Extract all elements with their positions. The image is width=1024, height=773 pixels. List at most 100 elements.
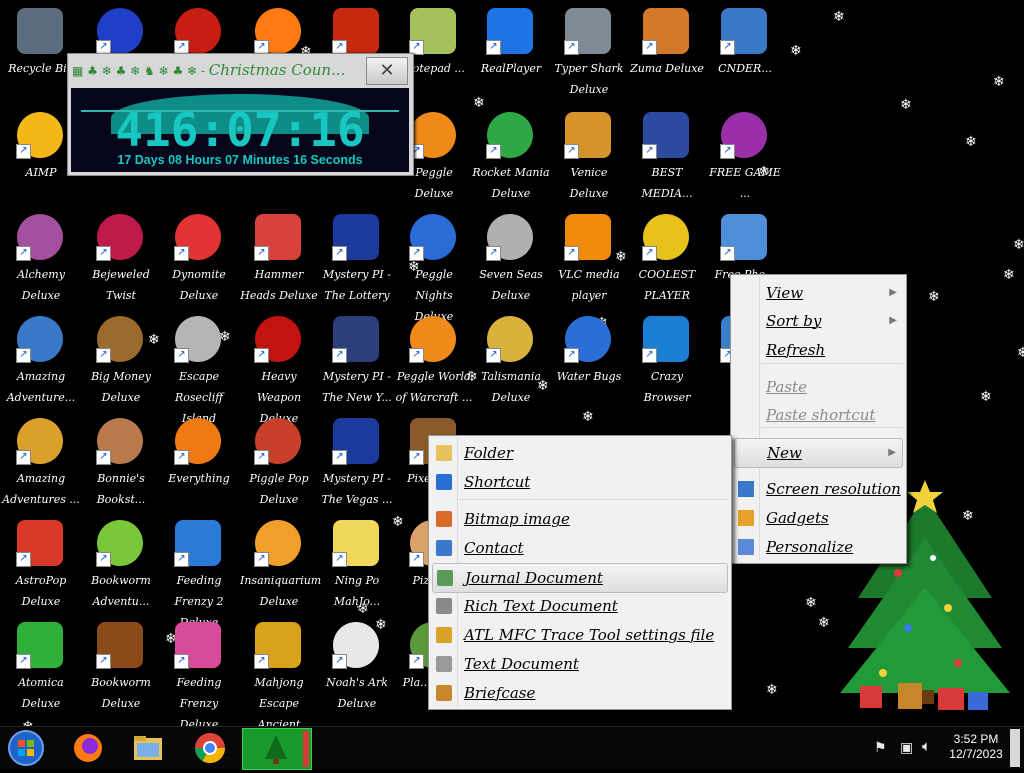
desktop-icon[interactable]: ↗ Bonnie's Bookst... bbox=[82, 412, 160, 512]
shortcut-arrow-icon: ↗ bbox=[254, 552, 269, 567]
new-menu-item-bitmap-image[interactable]: Bitmap image bbox=[432, 505, 728, 533]
desktop-icon[interactable]: ↗ CNDER... bbox=[706, 2, 784, 102]
desktop-icon[interactable]: ↗Escape Rosecliff Island bbox=[160, 310, 238, 425]
desktop-icon-label: Atomica Deluxe bbox=[18, 676, 64, 710]
shortcut-arrow-icon: ↗ bbox=[174, 246, 189, 261]
desktop-icon[interactable]: ↗ Water Bugs bbox=[550, 310, 628, 410]
desktop-icon-label: Bonnie's Bookst... bbox=[96, 472, 146, 506]
context-menu-item-refresh[interactable]: Refresh bbox=[734, 336, 903, 364]
menu-item-label: Briefcase bbox=[464, 684, 536, 702]
new-menu-item-contact[interactable]: Contact bbox=[432, 534, 728, 562]
desktop-icon[interactable]: ↗ Peggle World of Warcraft ... bbox=[395, 310, 473, 410]
desktop-icon[interactable]: ↗ AstroPop Deluxe bbox=[2, 514, 80, 614]
desktop-icon[interactable]: ↗ Amazing Adventure... bbox=[2, 310, 80, 410]
christmas-gadget-taskbar-button[interactable] bbox=[242, 728, 312, 770]
desktop-icon-label: Typer Shark Deluxe bbox=[554, 62, 624, 96]
desktop-icon[interactable]: ↗ Zuma Deluxe bbox=[628, 2, 706, 102]
desktop-icon-label: FREE GAME ... bbox=[709, 166, 781, 200]
desktop-icon[interactable]: ↗ Atomica Deluxe bbox=[2, 616, 80, 716]
new-menu-item-rich-text-document[interactable]: Rich Text Document bbox=[432, 592, 728, 620]
shortcut-arrow-icon: ↗ bbox=[332, 654, 347, 669]
christmas-countdown-gadget[interactable]: ▦ ♣ ❄ ♣ ❄ ♞ ❄ ♣ ❄ - Christmas Coun... ✕ … bbox=[67, 53, 414, 176]
desktop-icon[interactable]: ↗Mystery PI - The Lottery ... bbox=[318, 208, 396, 323]
context-menu-item-new[interactable]: New ▶ bbox=[734, 438, 903, 468]
desktop-icon-label: Dynomite Deluxe bbox=[172, 268, 226, 302]
desktop-icon[interactable]: ↗ Venice Deluxe bbox=[550, 106, 628, 206]
new-menu-item-briefcase[interactable]: Briefcase bbox=[432, 679, 728, 707]
context-menu-item-screen-resolution[interactable]: Screen resolution bbox=[734, 475, 903, 503]
desktop-icon[interactable]: ↗ Mystery PI - The New Y... bbox=[318, 310, 396, 410]
desktop-icon[interactable]: ↗ Noah's Ark Deluxe bbox=[318, 616, 396, 716]
desktop-icon[interactable]: ↗ Seven Seas Deluxe bbox=[472, 208, 550, 308]
desktop-icon[interactable]: ↗ Crazy Browser bbox=[628, 310, 706, 410]
snowflake-icon: ❄ bbox=[1013, 237, 1024, 253]
desktop-icon[interactable]: ↗ Amazing Adventures ... bbox=[2, 412, 80, 512]
shortcut-arrow-icon: ↗ bbox=[409, 348, 424, 363]
gadget-close-button[interactable]: ✕ bbox=[366, 57, 408, 85]
network-icon[interactable]: ▣ bbox=[900, 739, 913, 756]
shortcut-arrow-icon: ↗ bbox=[16, 552, 31, 567]
context-menu-item-personalize[interactable]: Personalize bbox=[734, 533, 903, 561]
menu-item-label: Shortcut bbox=[464, 473, 531, 491]
desktop[interactable]: ❄❄❄❄❄❄❄❄❄❄❄❄❄❄❄❄❄❄❄❄❄❄❄❄❄❄❄❄❄❄❄❄❄❄ Recyc… bbox=[0, 0, 1024, 726]
gadget-title: ▦ ♣ ❄ ♣ ❄ ♞ ❄ ♣ ❄ - Christmas Coun... bbox=[72, 57, 362, 83]
new-menu-item-shortcut[interactable]: Shortcut bbox=[432, 468, 728, 496]
desktop-icon[interactable]: ↗ Mystery PI - The Vegas ... bbox=[318, 412, 396, 512]
new-menu-item-text-document[interactable]: Text Document bbox=[432, 650, 728, 678]
context-menu-item-view[interactable]: View ▶ bbox=[734, 279, 903, 307]
desktop-icon[interactable]: ↗ Ning Po MahJo... bbox=[318, 514, 396, 614]
show-desktop-button[interactable] bbox=[1010, 729, 1020, 767]
menu-item-label: Gadgets bbox=[766, 509, 829, 527]
firefox-taskbar-button[interactable] bbox=[68, 728, 108, 768]
desktop-icon[interactable]: ↗Heavy Weapon Deluxe bbox=[240, 310, 318, 425]
desktop-icon[interactable]: ↗ Bookworm Deluxe bbox=[82, 616, 160, 716]
shortcut-arrow-icon: ↗ bbox=[642, 144, 657, 159]
submenu-arrow-icon: ▶ bbox=[889, 287, 897, 298]
countdown-face: 416:07:16 17 Days 08 Hours 07 Minutes 16… bbox=[71, 88, 409, 172]
new-menu-item-folder[interactable]: Folder bbox=[432, 439, 728, 467]
desktop-icon[interactable]: ↗ Bookworm Adventu... bbox=[82, 514, 160, 614]
desktop-icon[interactable]: ↗ Big Money Deluxe bbox=[82, 310, 160, 410]
menu-item-label: Text Document bbox=[464, 655, 579, 673]
new-menu-item-atl-mfc-trace-tool-settings-file[interactable]: ATL MFC Trace Tool settings file bbox=[432, 621, 728, 649]
explorer-taskbar-button[interactable] bbox=[128, 728, 168, 768]
submenu-arrow-icon: ▶ bbox=[889, 315, 897, 326]
new-menu-item-journal-document[interactable]: Journal Document bbox=[432, 563, 728, 593]
start-button[interactable] bbox=[6, 728, 46, 768]
desktop-icon[interactable]: ↗Feeding Frenzy 2 Deluxe bbox=[160, 514, 238, 629]
desktop-icon[interactable]: ↗ Feeding Frenzy Deluxe bbox=[160, 616, 238, 726]
bitmap-icon bbox=[436, 511, 452, 527]
desktop-icon[interactable]: ↗ Alchemy Deluxe bbox=[2, 208, 80, 308]
context-menu-item-paste-shortcut[interactable]: Paste shortcut bbox=[734, 401, 903, 429]
chrome-taskbar-button[interactable] bbox=[190, 728, 230, 768]
action-center-flag-icon[interactable]: ⚑ bbox=[874, 739, 887, 756]
desktop-icon[interactable]: ↗ Hammer Heads Deluxe bbox=[240, 208, 318, 308]
shortcut-arrow-icon: ↗ bbox=[254, 450, 269, 465]
desktop-icon[interactable]: ↗ RealPlayer bbox=[472, 2, 550, 102]
desktop-icon[interactable]: ↗ VLC media player bbox=[550, 208, 628, 308]
desktop-icon[interactable]: ↗ Insaniquarium Deluxe bbox=[240, 514, 321, 614]
volume-icon[interactable]: 🔈︎ bbox=[922, 738, 931, 755]
desktop-icon-label: VLC media player bbox=[558, 268, 620, 302]
desktop-icon[interactable]: ↗ Mahjong Escape Ancient China bbox=[240, 616, 318, 726]
menu-item-label: Paste bbox=[766, 378, 807, 396]
desktop-icon[interactable]: ↗ Piggle Pop Deluxe bbox=[240, 412, 318, 512]
desktop-icon[interactable]: ↗ BEST MEDIA... bbox=[628, 106, 706, 206]
desktop-icon[interactable]: ↗ FREE GAME ... bbox=[706, 106, 784, 206]
context-menu-item-gadgets[interactable]: Gadgets bbox=[734, 504, 903, 532]
desktop-icon[interactable]: ↗ Talismania Deluxe bbox=[472, 310, 550, 410]
desktop-icon[interactable]: ↗ Dynomite Deluxe bbox=[160, 208, 238, 308]
submenu-arrow-icon: ▶ bbox=[888, 447, 896, 458]
desktop-icon[interactable]: ↗ Bejeweled Twist bbox=[82, 208, 160, 308]
desktop-icon[interactable]: ↗ Everything bbox=[160, 412, 238, 512]
menu-item-label: Screen resolution bbox=[766, 480, 901, 498]
desktop-icon[interactable]: ↗ Typer Shark Deluxe bbox=[550, 2, 628, 102]
display-icon bbox=[738, 481, 754, 497]
desktop-icon[interactable]: ↗ COOLEST PLAYER bbox=[628, 208, 706, 308]
context-menu-item-paste[interactable]: Paste bbox=[734, 373, 903, 401]
clock[interactable]: 3:52 PM 12/7/2023 bbox=[946, 732, 1006, 762]
context-menu-item-sort-by[interactable]: Sort by ▶ bbox=[734, 307, 903, 335]
desktop-icon[interactable]: ↗ Rocket Mania Deluxe bbox=[472, 106, 550, 206]
desktop-icon-label: Seven Seas Deluxe bbox=[479, 268, 543, 302]
desktop-icon[interactable]: ↗Peggle Nights Deluxe bbox=[395, 208, 473, 323]
